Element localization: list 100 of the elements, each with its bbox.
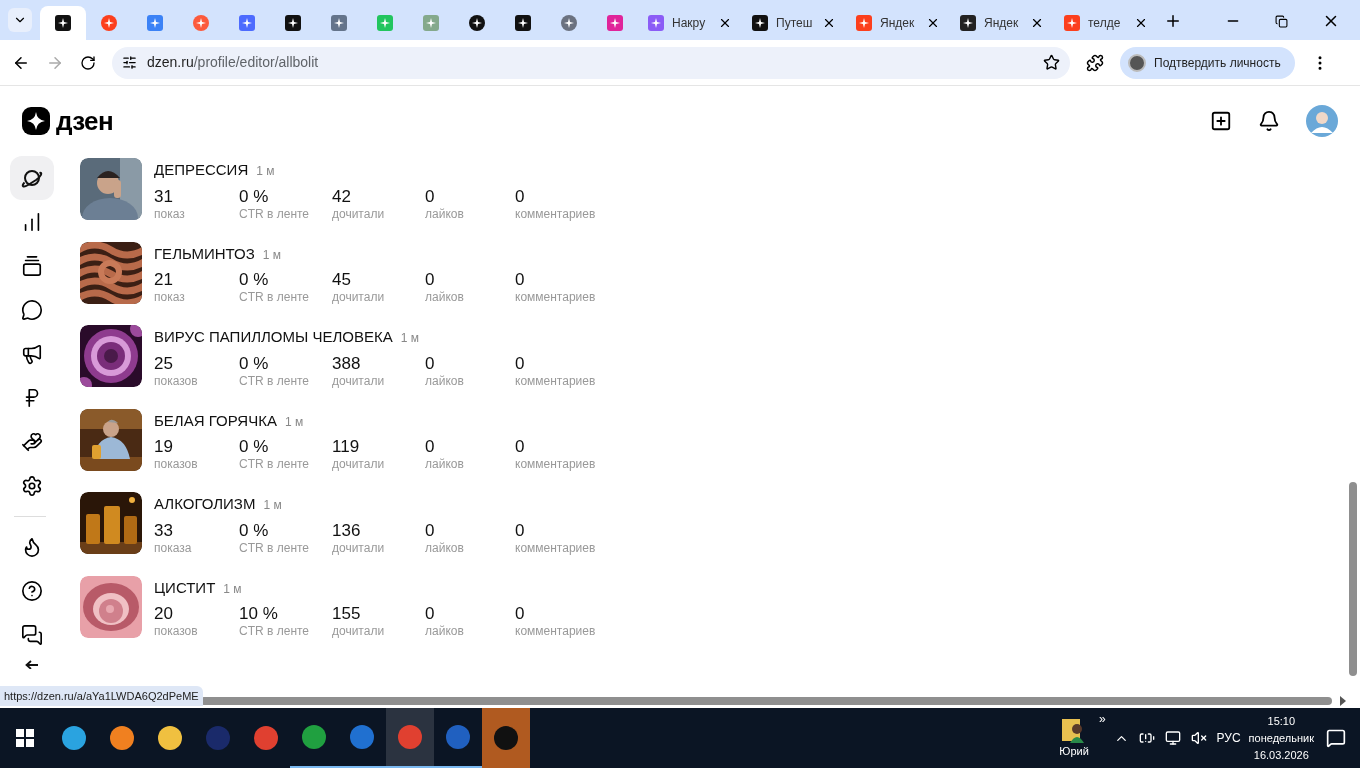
site-icon xyxy=(147,15,163,31)
article-title[interactable]: ВИРУС ПАПИЛЛОМЫ ЧЕЛОВЕКА xyxy=(154,326,393,349)
browser-tab[interactable]: Яндек xyxy=(846,6,950,40)
stat-label: показов xyxy=(154,457,199,472)
stat-value: 0 xyxy=(425,186,436,207)
site-icon xyxy=(331,15,347,31)
article-age: 1 м xyxy=(262,246,282,264)
megaphone-icon xyxy=(21,343,43,365)
stat-value: 0 xyxy=(425,604,436,624)
chat-icon xyxy=(21,299,43,321)
overflow-icon[interactable]: » xyxy=(1098,710,1106,728)
site-icon xyxy=(515,15,531,31)
hand-heart-icon xyxy=(21,431,43,453)
stat-label: показа xyxy=(154,540,193,556)
app-icon xyxy=(206,726,230,750)
help-icon xyxy=(21,580,43,602)
article-age: 1 м xyxy=(400,330,419,347)
browser-tab[interactable]: Яндек xyxy=(950,6,1054,40)
stat-value: 10 % xyxy=(239,604,279,624)
article-title[interactable]: ДЕПРЕССИЯ xyxy=(154,159,249,182)
app-icon xyxy=(110,726,134,750)
stat-value: 20 xyxy=(154,604,174,624)
close-icon[interactable] xyxy=(822,16,836,30)
user-folder-icon[interactable] xyxy=(1062,716,1087,743)
stat-label: дочитали xyxy=(332,373,386,389)
muted-speaker-icon[interactable] xyxy=(1190,730,1207,746)
horizontal-scrollbar[interactable] xyxy=(200,697,1332,705)
avatar-icon xyxy=(1128,53,1146,72)
stat-label: CTR в ленте xyxy=(239,540,311,556)
stat-label: комментариев xyxy=(515,540,597,556)
app-icon xyxy=(302,725,326,749)
windows-logo-icon[interactable] xyxy=(16,729,34,747)
article-title[interactable]: АЛКОГОЛИЗМ xyxy=(154,493,256,516)
extensions-icon[interactable] xyxy=(1086,53,1104,72)
profile-button[interactable]: Подтвердить личность xyxy=(1120,46,1295,79)
stat-label: дочитали xyxy=(332,624,386,639)
stat-value: 0 xyxy=(515,353,526,374)
stat-value: 0 xyxy=(515,437,526,457)
close-icon[interactable] xyxy=(718,16,732,30)
close-icon[interactable] xyxy=(926,16,940,30)
stat-value: 0 xyxy=(515,186,526,207)
stat-label: лайков xyxy=(425,540,465,556)
new-tab-icon[interactable] xyxy=(1164,12,1182,30)
network-icon[interactable] xyxy=(1164,730,1181,746)
site-icon xyxy=(193,15,209,31)
article-title[interactable]: БЕЛАЯ ГОРЯЧКА xyxy=(154,409,277,432)
app-icon xyxy=(62,726,86,750)
browser-tab[interactable]: Накру xyxy=(638,6,742,40)
sidebar-item[interactable] xyxy=(10,156,54,200)
address-field[interactable]: dzen.ru/profile/editor/allbolit xyxy=(112,46,1070,79)
notifications-icon[interactable] xyxy=(1326,728,1346,748)
stat-label: показ xyxy=(154,206,186,222)
vertical-scrollbar[interactable] xyxy=(1349,482,1357,676)
taskbar-app[interactable] xyxy=(386,708,434,768)
stat-value: 0 % xyxy=(239,520,270,541)
article-age: 1 м xyxy=(263,497,282,514)
site-icon xyxy=(101,15,117,31)
add-icon[interactable] xyxy=(1210,110,1232,132)
browser-tab[interactable]: телде xyxy=(1054,6,1158,40)
stat-value: 31 xyxy=(154,186,174,207)
site-settings-icon[interactable] xyxy=(122,55,137,70)
stat-value: 0 % xyxy=(239,437,270,457)
article-age: 1 м xyxy=(256,163,275,180)
article-title[interactable]: ЦИСТИТ xyxy=(154,576,216,599)
language-indicator[interactable]: РУС xyxy=(1216,729,1241,747)
stat-value: 33 xyxy=(154,520,174,541)
article-age: 1 м xyxy=(284,413,304,431)
stat-label: лайков xyxy=(425,290,465,305)
battery-icon[interactable] xyxy=(1138,730,1155,746)
stat-value: 21 xyxy=(154,270,174,290)
settings-icon xyxy=(21,475,43,497)
stat-value: 388 xyxy=(332,353,362,374)
stat-value: 19 xyxy=(154,437,174,457)
close-icon[interactable] xyxy=(1134,16,1148,30)
messages-icon xyxy=(21,624,43,646)
stat-label: показов xyxy=(154,373,199,389)
logo-icon xyxy=(22,107,50,135)
site-icon xyxy=(607,15,623,31)
article-title[interactable]: ГЕЛЬМИНТОЗ xyxy=(154,242,255,265)
browser-tab[interactable] xyxy=(40,6,86,40)
stat-value: 0 xyxy=(515,604,526,624)
tab-title: Накру xyxy=(672,15,706,32)
avatar-icon[interactable] xyxy=(1306,105,1338,137)
clock-weekday: понедельник xyxy=(1248,730,1314,746)
browser-tab[interactable]: Путеш xyxy=(742,6,846,40)
stat-label: CTR в ленте xyxy=(239,206,311,222)
article-age: 1 м xyxy=(223,580,242,598)
restore-icon[interactable] xyxy=(1275,14,1288,28)
site-icon xyxy=(856,15,872,31)
stat-value: 0 xyxy=(425,437,436,457)
notifications-icon[interactable] xyxy=(1258,110,1280,132)
reload-icon[interactable] xyxy=(80,54,96,71)
app-icon xyxy=(158,726,182,750)
tab-search-button[interactable] xyxy=(8,8,32,32)
close-icon[interactable] xyxy=(1030,16,1044,30)
stat-label: дочитали xyxy=(332,206,386,222)
site-icon xyxy=(469,15,485,31)
app-icon xyxy=(446,725,470,749)
stat-value: 0 xyxy=(425,270,436,290)
bookmark-star-icon[interactable] xyxy=(1043,54,1060,71)
